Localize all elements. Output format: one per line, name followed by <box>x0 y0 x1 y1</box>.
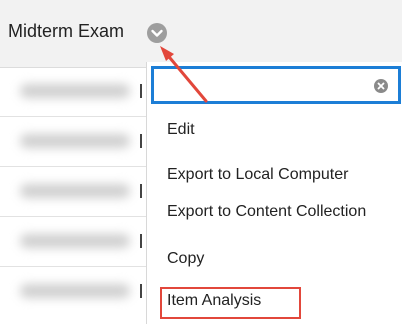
blurred-cell <box>20 234 130 248</box>
blurred-cell <box>20 84 130 98</box>
blurred-grade-rows <box>0 68 150 324</box>
row-separator <box>0 166 150 167</box>
row-separator <box>0 116 150 117</box>
row-divider <box>140 184 142 198</box>
blurred-cell <box>20 184 130 198</box>
row-divider <box>140 284 142 298</box>
blurred-cell <box>20 284 130 298</box>
menu-item-export-content-collection[interactable]: Export to Content Collection <box>167 203 366 221</box>
row-divider <box>140 234 142 248</box>
row-divider <box>140 84 142 98</box>
blurred-cell <box>20 134 130 148</box>
menu-item-copy[interactable]: Copy <box>167 250 204 268</box>
menu-item-edit[interactable]: Edit <box>167 121 195 139</box>
chevron-down-icon[interactable] <box>147 23 167 43</box>
column-title: Midterm Exam <box>8 21 125 41</box>
grade-center-header: Midterm Exam <box>0 0 402 68</box>
item-analysis-highlight <box>160 287 301 319</box>
context-menu: Edit Export to Local Computer Export to … <box>146 62 402 324</box>
clear-icon[interactable] <box>374 79 388 93</box>
menu-item-export-local[interactable]: Export to Local Computer <box>167 166 348 184</box>
row-separator <box>0 216 150 217</box>
row-separator <box>0 266 150 267</box>
row-divider <box>140 134 142 148</box>
menu-search-input[interactable] <box>151 66 401 104</box>
